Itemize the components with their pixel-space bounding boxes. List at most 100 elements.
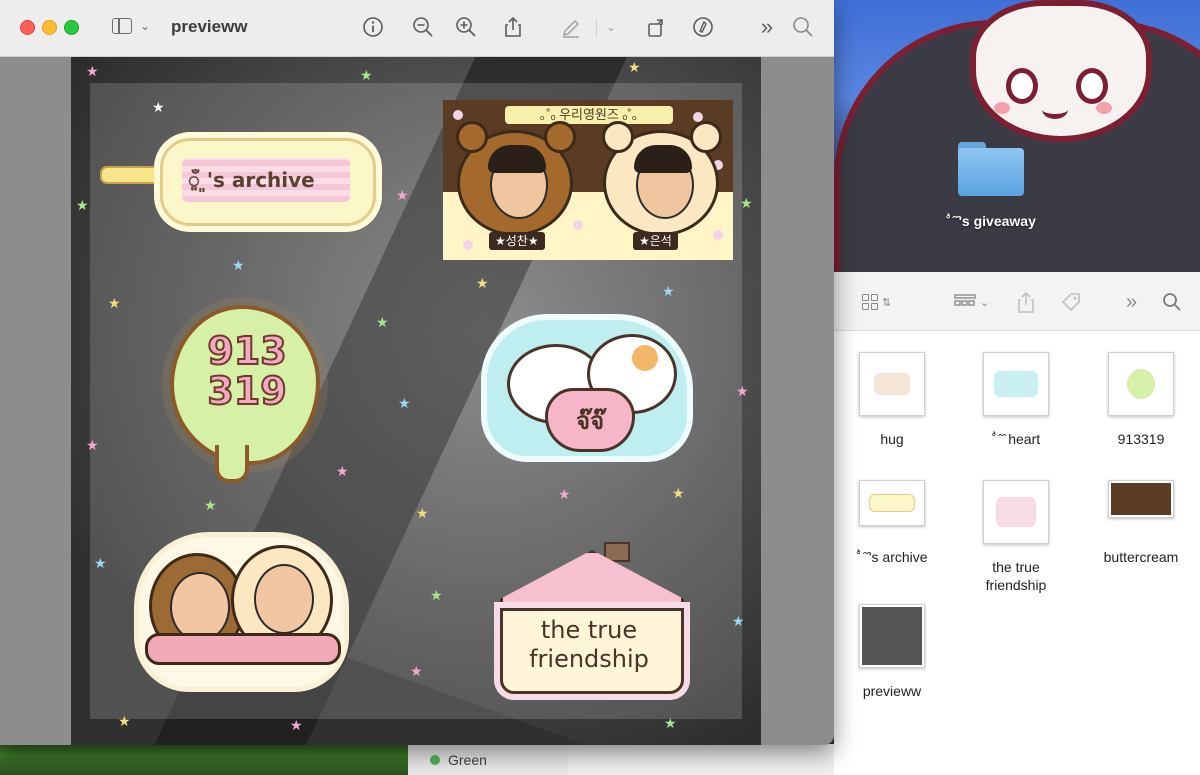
clover-sticker: 913 319 (170, 305, 320, 465)
search-icon (1163, 293, 1181, 311)
folder-body (958, 148, 1024, 196)
hug-scarf (145, 633, 341, 665)
face-skin (170, 572, 230, 642)
finder-toolbar: ⇅ ⌄ » (834, 272, 1200, 331)
clover-stem (215, 445, 249, 483)
group-button[interactable]: ⌄ (954, 290, 989, 314)
group-icon (954, 294, 976, 306)
finder-more-button[interactable]: » (1126, 290, 1137, 314)
file-item[interactable]: 913319 (1086, 352, 1196, 448)
markup-pen-icon (562, 19, 580, 38)
search-icon (793, 17, 813, 37)
file-thumbnail (1108, 352, 1174, 416)
friendship-house-sticker: the true friendship (478, 540, 710, 694)
file-item[interactable]: ˚̀ ̑ ̑'s archive (837, 480, 947, 566)
star-decoration: ★ (336, 463, 349, 479)
background-window-strip (568, 744, 834, 775)
rotate-button[interactable] (643, 14, 669, 40)
star-decoration: ★ (398, 395, 411, 411)
kids-photo-sticker: ｡˚ₒ 우리영원즈 ₒ˚｡ ★성찬★ ★은석 (443, 100, 733, 260)
star-decoration: ★ (86, 437, 99, 453)
green-tag-dot-icon (430, 755, 440, 765)
star-decoration: ★ (628, 59, 641, 75)
star-decoration: ★ (664, 715, 677, 731)
markup-icon (693, 17, 713, 37)
file-thumbnail (983, 480, 1049, 544)
file-thumbnail (859, 352, 925, 416)
preview-window: ⌄ previeww ⌄ » ★ ★ ★ ★ ★ ★ ★ ★ ★ ★ ★ ★ ★… (0, 0, 834, 745)
face-hair (488, 145, 546, 173)
star-decoration: ★ (736, 383, 749, 399)
search-button[interactable] (790, 14, 816, 40)
wallpaper-grass (0, 742, 410, 775)
star-decoration: ★ (672, 485, 685, 501)
sidebar-toggle-button[interactable]: ⌄ (112, 18, 150, 34)
minimize-button[interactable] (42, 20, 57, 35)
close-button[interactable] (20, 20, 35, 35)
file-item[interactable]: previeww (837, 604, 947, 700)
star-decoration: ★ (204, 497, 217, 513)
file-item[interactable]: ˚̀ ̑ ̑ heart (961, 352, 1071, 448)
chevron-down-icon: ⌄ (140, 19, 151, 33)
zoom-in-icon (456, 17, 476, 37)
kid-face-left (456, 121, 576, 236)
star-decoration: ★ (290, 717, 303, 733)
tag-icon (1061, 293, 1080, 312)
star-decoration: ★ (558, 486, 571, 502)
zoom-in-button[interactable] (453, 14, 479, 40)
zoom-out-button[interactable] (410, 14, 436, 40)
share-icon (1018, 291, 1034, 313)
file-item[interactable]: buttercream (1086, 480, 1196, 566)
sidebar-icon (112, 18, 132, 34)
bear-ear (602, 121, 634, 153)
file-name: ˚̀ ̑ ̑ heart (991, 431, 1041, 447)
fullscreen-button[interactable] (64, 20, 79, 35)
file-item[interactable]: the true friendship (961, 480, 1071, 594)
more-chevrons-icon: » (1126, 290, 1138, 313)
info-button[interactable] (360, 14, 386, 40)
star-decoration: ★ (76, 197, 89, 213)
toolbar-separator (596, 18, 597, 38)
star-decoration: ★ (732, 613, 745, 629)
desktop-folder-icon[interactable] (958, 142, 1024, 196)
star-decoration: ★ (152, 99, 165, 115)
banner-text: ँ͈ ͈'s archive (188, 168, 315, 192)
bear-ear (456, 121, 488, 153)
file-name: previeww (862, 683, 922, 699)
finder-search-button[interactable] (1162, 290, 1182, 314)
wallpaper-mouth (1042, 100, 1068, 119)
markup-menu-button[interactable]: ⌄ (598, 14, 624, 40)
share-icon (505, 16, 521, 37)
icon-view-icon (862, 294, 878, 310)
desktop-folder-label[interactable]: ˚̀ ̑ ̑'s giveaway (916, 213, 1066, 229)
tag-button[interactable] (1060, 290, 1082, 314)
cat-spot (632, 345, 658, 371)
finder-share-button[interactable] (1017, 290, 1035, 314)
info-icon (363, 17, 383, 37)
markup-pen-button[interactable] (558, 14, 584, 40)
hug-sticker (139, 537, 344, 687)
sort-updown-icon: ⇅ (882, 296, 892, 309)
kids-title: ｡˚ₒ 우리영원즈 ₒ˚｡ (505, 106, 673, 124)
star-decoration: ★ (416, 505, 429, 521)
green-tag-item[interactable]: Green (408, 744, 568, 775)
kid-name-left: ★성찬★ (489, 232, 545, 250)
star-decoration: ★ (430, 587, 443, 603)
star-decoration: ★ (476, 275, 489, 291)
star-decoration: ★ (662, 283, 675, 299)
file-name: buttercream (1103, 549, 1179, 565)
file-item[interactable]: hug (837, 352, 947, 448)
star-decoration: ★ (118, 713, 131, 729)
wallpaper-blush-left (994, 102, 1010, 114)
markup-button[interactable] (690, 14, 716, 40)
more-button[interactable]: » (754, 14, 780, 40)
house-text-line-1: the true (540, 616, 638, 644)
share-button[interactable] (500, 14, 526, 40)
rotate-icon (648, 19, 663, 37)
archive-banner-sticker: ँ͈ ͈'s archive (100, 118, 380, 236)
house-text-line-2: friendship (529, 645, 649, 673)
face-hair (634, 145, 692, 173)
icon-view-button[interactable]: ⇅ (862, 290, 891, 314)
star-decoration: ★ (360, 67, 373, 83)
star-decoration: ★ (740, 195, 753, 211)
